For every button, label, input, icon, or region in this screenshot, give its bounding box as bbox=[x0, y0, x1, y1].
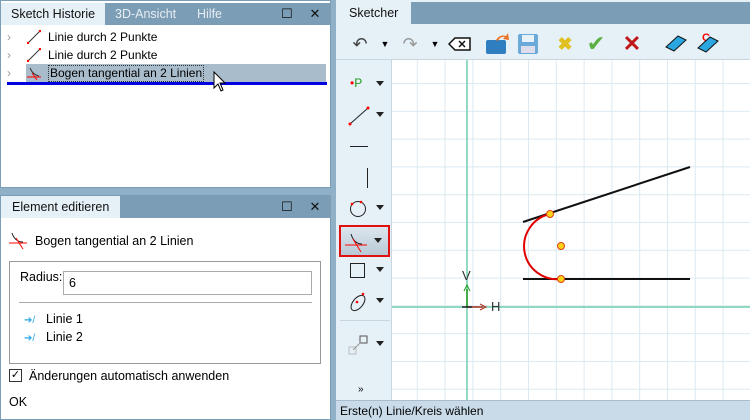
status-text: Erste(n) Linie/Kreis wählen bbox=[340, 404, 484, 418]
tangent-point[interactable] bbox=[546, 210, 554, 218]
tangent-point[interactable] bbox=[557, 275, 565, 283]
h-axis-label: H bbox=[491, 299, 501, 314]
sketch-drawing bbox=[392, 60, 750, 400]
status-bar: Erste(n) Linie/Kreis wählen bbox=[336, 400, 750, 420]
tangent-arc[interactable] bbox=[523, 213, 562, 281]
arc-center-point[interactable] bbox=[557, 242, 565, 250]
sketch-canvas[interactable]: H V bbox=[392, 60, 750, 400]
v-axis-label: V bbox=[462, 268, 471, 283]
